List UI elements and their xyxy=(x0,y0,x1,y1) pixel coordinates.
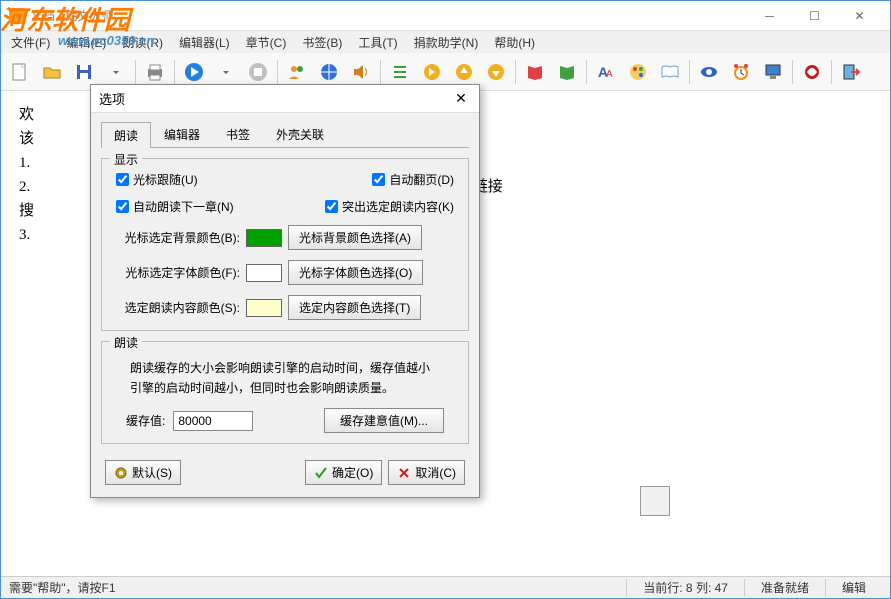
status-position: 当前行: 8 列: 47 xyxy=(626,579,744,596)
dialog-tabs: 朗读 编辑器 书签 外壳关联 xyxy=(101,121,469,148)
tb-down-icon[interactable] xyxy=(481,57,511,87)
swatch-cursor-bg[interactable] xyxy=(246,229,282,247)
menu-read[interactable]: 朗读(R) xyxy=(116,32,169,53)
lbl-cache: 缓存值: xyxy=(126,412,165,429)
group-display: 显示 光标跟随(U) 自动翻页(D) 自动朗读下一章(N) 突出选定朗读内容(K… xyxy=(101,158,469,331)
status-help: 需要"帮助"，请按F1 xyxy=(9,579,626,596)
tab-editor[interactable]: 编辑器 xyxy=(151,121,213,147)
chk-cursor-follow[interactable]: 光标跟随(U) xyxy=(116,171,198,188)
menu-chapter[interactable]: 章节(C) xyxy=(240,32,293,53)
cross-icon xyxy=(397,466,411,480)
tb-play-icon[interactable] xyxy=(179,57,209,87)
menu-edit[interactable]: 编辑(E) xyxy=(60,32,112,53)
group-read-title: 朗读 xyxy=(110,334,142,351)
scroll-handle[interactable] xyxy=(640,486,670,516)
tb-prev-icon[interactable] xyxy=(417,57,447,87)
read-description: 朗读缓存的大小会影响朗读引擎的启动时间，缓存值越小引擎的启动时间越小，但同时也会… xyxy=(112,354,458,408)
menu-bookmark[interactable]: 书签(B) xyxy=(296,32,348,53)
menu-file[interactable]: 文件(F) xyxy=(5,32,56,53)
tb-dropdown2-icon[interactable] xyxy=(211,57,241,87)
menu-tools[interactable]: 工具(T) xyxy=(352,32,403,53)
tab-read[interactable]: 朗读 xyxy=(101,122,151,148)
menu-help[interactable]: 帮助(H) xyxy=(488,32,541,53)
tb-clock-icon[interactable] xyxy=(726,57,756,87)
status-mode: 编辑 xyxy=(825,579,882,596)
btn-cancel[interactable]: 取消(C) xyxy=(388,460,465,485)
tb-eye-icon[interactable] xyxy=(694,57,724,87)
tb-monitor-icon[interactable] xyxy=(758,57,788,87)
lbl-sel-content: 选定朗读内容颜色(S): xyxy=(112,299,240,316)
maximize-button[interactable]: ☐ xyxy=(792,2,837,30)
tb-globe-icon[interactable] xyxy=(314,57,344,87)
tb-sound-icon[interactable] xyxy=(346,57,376,87)
minimize-button[interactable]: ─ xyxy=(747,2,792,30)
lbl-cursor-font: 光标选定字体颜色(F): xyxy=(112,264,240,281)
app-icon xyxy=(9,8,25,24)
tb-open-icon[interactable] xyxy=(37,57,67,87)
dialog-footer: 默认(S) 确定(O) 取消(C) xyxy=(101,454,469,487)
tb-users-icon[interactable] xyxy=(282,57,312,87)
menu-editor[interactable]: 编辑器(L) xyxy=(173,32,236,53)
tb-swirl-icon[interactable] xyxy=(797,57,827,87)
window-title: 文档 - 朗文大师 xyxy=(31,7,747,24)
btn-cache-suggest[interactable]: 缓存建意值(M)... xyxy=(324,408,444,433)
btn-sel-content[interactable]: 选定内容颜色选择(T) xyxy=(288,295,421,320)
tb-palette-icon[interactable] xyxy=(623,57,653,87)
svg-text:A: A xyxy=(606,69,613,80)
btn-cursor-bg[interactable]: 光标背景颜色选择(A) xyxy=(288,225,422,250)
tb-new-icon[interactable] xyxy=(5,57,35,87)
chk-highlight[interactable]: 突出选定朗读内容(K) xyxy=(325,198,454,215)
check-icon xyxy=(314,466,328,480)
menu-donate[interactable]: 捐款助学(N) xyxy=(408,32,485,53)
dialog-close-button[interactable]: ✕ xyxy=(451,89,471,109)
titlebar: 文档 - 朗文大师 ─ ☐ ✕ xyxy=(1,1,890,31)
dialog-title: 选项 xyxy=(99,89,451,108)
cache-input[interactable] xyxy=(173,411,253,431)
tb-openbook-icon[interactable] xyxy=(655,57,685,87)
tb-list-icon[interactable] xyxy=(385,57,415,87)
btn-cursor-font[interactable]: 光标字体颜色选择(O) xyxy=(288,260,423,285)
close-button[interactable]: ✕ xyxy=(837,2,882,30)
tb-save-icon[interactable] xyxy=(69,57,99,87)
swatch-sel-content[interactable] xyxy=(246,299,282,317)
tb-book1-icon[interactable] xyxy=(520,57,550,87)
tb-dropdown-icon[interactable] xyxy=(101,57,131,87)
tb-exit-icon[interactable] xyxy=(836,57,866,87)
btn-ok[interactable]: 确定(O) xyxy=(305,460,382,485)
options-dialog: 选项 ✕ 朗读 编辑器 书签 外壳关联 显示 光标跟随(U) 自动翻页(D) 自… xyxy=(90,84,480,498)
chk-auto-next[interactable]: 自动朗读下一章(N) xyxy=(116,198,234,215)
statusbar: 需要"帮助"，请按F1 当前行: 8 列: 47 准备就绪 编辑 xyxy=(1,576,890,598)
tb-stop-icon[interactable] xyxy=(243,57,273,87)
gear-icon xyxy=(114,466,128,480)
tab-bookmark[interactable]: 书签 xyxy=(213,121,263,147)
tab-shell[interactable]: 外壳关联 xyxy=(263,121,337,147)
group-display-title: 显示 xyxy=(110,151,142,168)
swatch-cursor-font[interactable] xyxy=(246,264,282,282)
lbl-cursor-bg: 光标选定背景颜色(B): xyxy=(112,229,240,246)
menubar: 文件(F) 编辑(E) 朗读(R) 编辑器(L) 章节(C) 书签(B) 工具(… xyxy=(1,31,890,53)
dialog-titlebar[interactable]: 选项 ✕ xyxy=(91,85,479,113)
status-ready: 准备就绪 xyxy=(744,579,825,596)
tb-book2-icon[interactable] xyxy=(552,57,582,87)
tb-up-icon[interactable] xyxy=(449,57,479,87)
chk-auto-page[interactable]: 自动翻页(D) xyxy=(372,171,454,188)
group-read: 朗读 朗读缓存的大小会影响朗读引擎的启动时间，缓存值越小引擎的启动时间越小，但同… xyxy=(101,341,469,444)
tb-print-icon[interactable] xyxy=(140,57,170,87)
tb-font-icon[interactable]: AA xyxy=(591,57,621,87)
btn-default[interactable]: 默认(S) xyxy=(105,460,181,485)
